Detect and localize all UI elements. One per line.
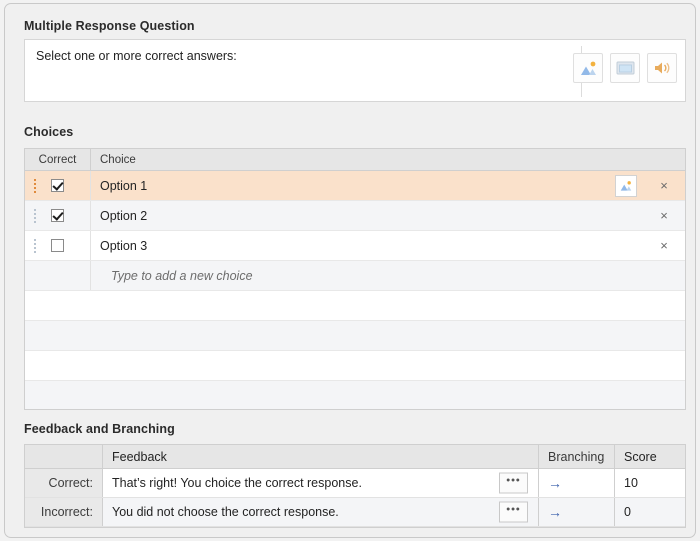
feedback-more-button[interactable]: •••: [499, 472, 528, 494]
choices-section-title: Choices: [24, 125, 74, 139]
feedback-row-label: Incorrect:: [25, 498, 103, 526]
feedback-row-incorrect: Incorrect: You did not choose the correc…: [25, 498, 685, 527]
column-header-score: Score: [624, 449, 657, 464]
choice-correct-checkbox[interactable]: [51, 179, 64, 192]
question-section-title: Multiple Response Question: [24, 19, 195, 33]
choice-insert-image-button[interactable]: [615, 175, 637, 197]
empty-row: [25, 381, 685, 409]
question-editor-panel: Multiple Response Question Select one or…: [4, 3, 696, 538]
choice-correct-checkbox[interactable]: [51, 209, 64, 222]
drag-handle-icon[interactable]: [34, 208, 36, 223]
column-header-correct: Correct: [25, 149, 91, 170]
feedback-text-incorrect[interactable]: You did not choose the correct response.…: [103, 498, 539, 526]
empty-row: [25, 291, 685, 321]
column-header-branching: Branching: [539, 445, 615, 468]
question-text-box[interactable]: Select one or more correct answers:: [24, 39, 686, 102]
audio-icon: [654, 62, 669, 74]
choice-correct-cell: [25, 201, 91, 230]
column-header-rowlabel: [25, 445, 103, 468]
score-value-incorrect[interactable]: 0: [615, 498, 685, 526]
new-choice-correct-cell: [25, 261, 91, 290]
new-choice-input[interactable]: Type to add a new choice: [91, 269, 685, 283]
media-toolbar: [573, 53, 677, 83]
feedback-row-label: Correct:: [25, 469, 103, 497]
choices-table: Correct Choice Option 1 × Option 2 × Opt…: [24, 148, 686, 410]
column-header-choice: Choice: [100, 153, 136, 166]
feedback-text-correct[interactable]: That’s right! You choice the correct res…: [103, 469, 539, 497]
feedback-more-button[interactable]: •••: [499, 501, 528, 523]
feedback-text-value: You did not choose the correct response.: [112, 505, 339, 519]
choice-delete-button[interactable]: ×: [657, 178, 671, 193]
choices-table-header: Correct Choice: [25, 149, 685, 171]
choice-correct-checkbox[interactable]: [51, 239, 64, 252]
choice-label[interactable]: Option 3: [91, 239, 685, 253]
score-value-correct[interactable]: 10: [615, 469, 685, 497]
column-header-feedback: Feedback: [103, 445, 539, 468]
empty-row: [25, 321, 685, 351]
choice-delete-button[interactable]: ×: [657, 238, 671, 253]
table-row[interactable]: Option 2 ×: [25, 201, 685, 231]
choice-label[interactable]: Option 2: [91, 209, 685, 223]
table-row[interactable]: Option 3 ×: [25, 231, 685, 261]
insert-video-button[interactable]: [610, 53, 640, 83]
choice-correct-cell: [25, 171, 91, 200]
drag-handle-icon[interactable]: [34, 238, 36, 253]
feedback-table: Feedback Branching Score Correct: That’s…: [24, 444, 686, 528]
insert-image-button[interactable]: [573, 53, 603, 83]
choice-delete-button[interactable]: ×: [657, 208, 671, 223]
insert-audio-button[interactable]: [647, 53, 677, 83]
table-row[interactable]: Option 1 ×: [25, 171, 685, 201]
feedback-row-correct: Correct: That’s right! You choice the co…: [25, 469, 685, 498]
image-icon: [580, 61, 596, 75]
question-prompt-text: Select one or more correct answers:: [36, 49, 237, 63]
branching-cell-correct[interactable]: →: [539, 469, 615, 497]
new-choice-row[interactable]: Type to add a new choice: [25, 261, 685, 291]
empty-row: [25, 351, 685, 381]
branching-arrow-icon[interactable]: →: [548, 475, 562, 491]
drag-handle-icon[interactable]: [34, 178, 36, 193]
branching-cell-incorrect[interactable]: →: [539, 498, 615, 526]
image-icon: [620, 181, 632, 191]
feedback-text-value: That’s right! You choice the correct res…: [112, 476, 362, 490]
branching-arrow-icon[interactable]: →: [548, 504, 562, 520]
choice-correct-cell: [25, 231, 91, 260]
feedback-section-title: Feedback and Branching: [24, 422, 175, 436]
feedback-table-header: Feedback Branching Score: [25, 445, 685, 469]
video-icon: [616, 61, 634, 75]
choice-label[interactable]: Option 1: [91, 179, 685, 193]
